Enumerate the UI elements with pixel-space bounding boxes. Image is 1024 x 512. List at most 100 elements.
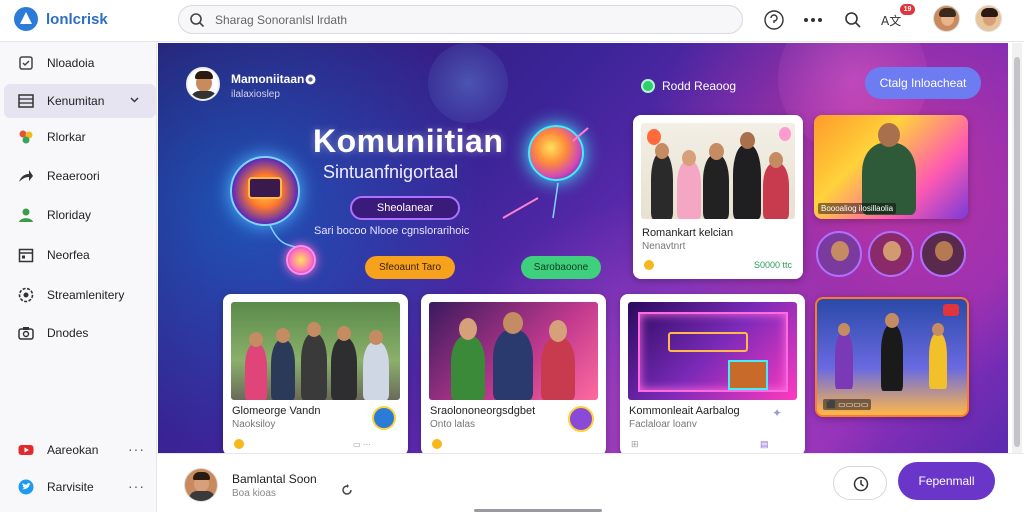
avatar-hair — [939, 8, 956, 17]
person-figure — [363, 342, 389, 400]
gift-box-icon — [728, 360, 768, 390]
sidebar-item-label: Rarvisite — [47, 480, 94, 494]
sidebar-item-2[interactable]: Rlorkar — [4, 120, 156, 154]
cta-top-button[interactable]: Ctalg Inloacheat — [865, 67, 981, 99]
coin-icon — [432, 439, 442, 449]
host-avatar[interactable] — [186, 67, 220, 101]
avatar-shirt — [191, 91, 217, 99]
search-bar[interactable] — [178, 5, 743, 34]
sidebar-item-6[interactable]: Streamlenitery — [4, 278, 156, 312]
more-icon[interactable]: ··· — [128, 478, 145, 494]
person-figure — [331, 338, 357, 400]
person-head — [838, 323, 850, 336]
sidebar-item-label: Streamlenitery — [47, 288, 125, 302]
hero-pill-button[interactable]: Sheolanear — [350, 196, 460, 220]
chevron-down-icon[interactable] — [130, 97, 139, 103]
person-figure — [541, 338, 575, 400]
scrollbar[interactable] — [1012, 43, 1022, 453]
participant-avatar[interactable] — [920, 231, 966, 277]
card-title[interactable]: Kommonleait Aarbalog — [629, 405, 740, 417]
primary-action-button[interactable]: Fepenmall — [898, 462, 995, 500]
notification-badge: 19 — [900, 4, 915, 15]
card-title[interactable]: Glomeorge Vandn — [232, 405, 320, 417]
person-figure — [703, 155, 729, 219]
youtube-icon — [18, 445, 34, 455]
card-title[interactable]: Sraolononeorgsdgbet — [430, 405, 535, 417]
video-card[interactable]: Kommonleait Aarbalog Faclaloar loanv ⊞ ▤… — [620, 294, 805, 453]
share-icon — [19, 170, 33, 182]
avatar-hair — [193, 472, 210, 480]
bottom-bar: Bamlantal Soon Boa kioas Fepenmall — [158, 453, 1024, 512]
sidebar-item-9[interactable]: Rarvisite ··· — [4, 470, 156, 504]
refresh-icon[interactable] — [341, 484, 353, 496]
search-icon — [190, 13, 205, 28]
person-head — [885, 313, 899, 328]
footer-name[interactable]: Bamlantal Soon — [232, 472, 317, 486]
video-thumbnail[interactable] — [628, 302, 797, 400]
video-card[interactable]: Glomeorge Vandn Naoksiloy ▭ ··· — [223, 294, 408, 453]
live-stream-card[interactable]: Boooaliog ilosillaolia — [814, 115, 968, 219]
card-title[interactable]: Romankart kelcian — [642, 227, 733, 239]
live-indicator-icon — [641, 79, 655, 93]
video-thumbnail[interactable] — [641, 123, 795, 219]
sidebar-item-5[interactable]: Neorfea — [4, 238, 156, 272]
participant-avatar[interactable] — [816, 231, 862, 277]
video-card[interactable]: Sraolononeorgsdgbet Onto lalas — [421, 294, 606, 453]
person-figure — [301, 334, 327, 400]
person-figure — [929, 333, 947, 389]
profile-avatar[interactable] — [975, 5, 1002, 32]
balloon-icon — [647, 129, 661, 145]
card-meta: Faclaloar loanv — [629, 419, 697, 430]
person-figure — [493, 330, 533, 400]
footer-avatar[interactable] — [184, 468, 218, 502]
person-head — [682, 150, 696, 166]
scrollbar-thumb[interactable] — [1014, 57, 1020, 447]
timer-icon — [853, 476, 869, 492]
person-figure — [763, 163, 789, 219]
person-figure — [733, 145, 761, 219]
sidebar-item-8[interactable]: Aareokan ··· — [4, 433, 156, 467]
participant-avatar[interactable] — [868, 231, 914, 277]
more-button[interactable] — [800, 7, 826, 33]
sidebar-item-0[interactable]: Nloadoia — [4, 46, 156, 80]
search-button[interactable] — [840, 7, 866, 33]
avatar[interactable] — [933, 5, 960, 32]
sidebar-item-label: Rlorkar — [47, 130, 86, 144]
person-head — [276, 328, 290, 343]
green-action-button[interactable]: Sarobaoone — [521, 256, 601, 279]
avatar-face — [831, 241, 849, 261]
chat-button[interactable] — [761, 7, 787, 33]
sidebar-item-7[interactable]: Dnodes — [4, 316, 156, 350]
box-icon — [248, 177, 282, 199]
sidebar-item-4[interactable]: Rloriday — [4, 198, 156, 232]
dance-video-card[interactable]: ⬛ ▭▭▭▭ — [815, 297, 969, 417]
sidebar-item-3[interactable]: Reaeroori — [4, 159, 156, 193]
sidebar-item-label: Reaeroori — [47, 169, 100, 183]
magnifier-icon — [845, 12, 861, 28]
video-thumbnail[interactable] — [429, 302, 598, 400]
hero-subtitle: Sintuanfnigortaal — [323, 162, 459, 182]
video-card[interactable]: Romankart kelcian Nenavtnrt S0000 ttc — [633, 115, 803, 279]
app-logo-text[interactable]: lonlcrisk — [46, 11, 108, 28]
person-icon — [19, 208, 33, 222]
neon-sign — [668, 332, 748, 352]
glow-decoration — [428, 43, 508, 123]
camera-icon — [18, 327, 34, 340]
video-thumbnail[interactable] — [231, 302, 400, 400]
host-name[interactable]: Mamoniitaan — [231, 72, 304, 86]
live-label: Rodd Reaoog — [662, 79, 737, 93]
sidebar-item-1[interactable]: Kenumitan — [4, 84, 156, 118]
card-stat-icon: ▤ — [760, 439, 769, 449]
coin-icon — [234, 439, 244, 449]
logo-icon[interactable] — [14, 7, 38, 31]
avatar-face — [935, 241, 953, 261]
coin-icon — [644, 260, 654, 270]
secondary-action-button[interactable] — [833, 466, 887, 500]
person-head — [655, 143, 669, 159]
badge-icon — [568, 406, 594, 432]
more-icon[interactable]: ··· — [128, 441, 145, 457]
sidebar-item-label: Dnodes — [47, 326, 89, 340]
orange-action-button[interactable]: Sfeoaunt Taro — [365, 256, 455, 279]
avatar-hair — [195, 71, 213, 79]
search-input[interactable] — [215, 10, 715, 30]
